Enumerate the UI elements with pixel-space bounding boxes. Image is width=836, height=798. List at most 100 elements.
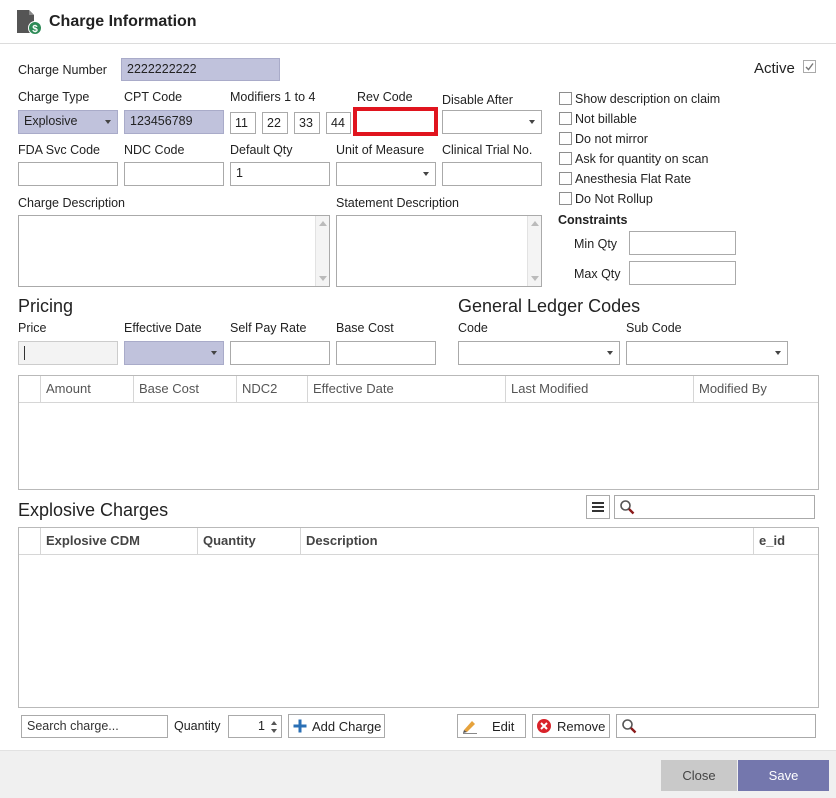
modifiers-label: Modifiers 1 to 4 bbox=[230, 90, 316, 104]
rev-code-field[interactable] bbox=[353, 107, 438, 136]
chevron-down-icon bbox=[105, 120, 111, 124]
price-history-grid[interactable]: Amount Base Cost NDC2 Effective Date Las… bbox=[18, 375, 819, 490]
svg-text:$: $ bbox=[32, 24, 38, 35]
price-field[interactable] bbox=[18, 341, 118, 365]
checkmark-icon bbox=[805, 63, 814, 71]
search-charge-input[interactable]: Search charge... bbox=[21, 715, 168, 738]
column-header-last-modified[interactable]: Last Modified bbox=[506, 376, 694, 402]
modifier-3-field[interactable]: 33 bbox=[294, 112, 320, 134]
not-billable-checkbox[interactable] bbox=[559, 112, 572, 125]
column-header-modified-by[interactable]: Modified By bbox=[694, 376, 818, 402]
save-label: Save bbox=[768, 768, 799, 783]
default-qty-field[interactable]: 1 bbox=[230, 162, 330, 186]
unit-of-measure-select[interactable] bbox=[336, 162, 436, 186]
chevron-down-icon bbox=[211, 351, 217, 355]
fda-svc-code-field[interactable] bbox=[18, 162, 118, 186]
base-cost-field[interactable] bbox=[336, 341, 436, 365]
active-checkbox[interactable] bbox=[803, 60, 816, 73]
close-button[interactable]: Close bbox=[661, 760, 737, 791]
gl-sub-code-label: Sub Code bbox=[626, 321, 682, 335]
remove-icon bbox=[537, 719, 551, 733]
min-qty-label: Min Qty bbox=[574, 237, 618, 251]
do-not-mirror-checkbox[interactable] bbox=[559, 132, 572, 145]
min-qty-field[interactable] bbox=[629, 231, 736, 255]
ask-quantity-label: Ask for quantity on scan bbox=[575, 152, 709, 166]
show-description-checkbox[interactable] bbox=[559, 92, 572, 105]
column-header-base-cost[interactable]: Base Cost bbox=[134, 376, 237, 402]
document-dollar-icon: $ bbox=[17, 10, 42, 35]
quantity-label: Quantity bbox=[174, 719, 221, 733]
column-header-explosive-cdm[interactable]: Explosive CDM bbox=[41, 528, 198, 554]
default-qty-label: Default Qty bbox=[230, 143, 293, 157]
pricing-heading: Pricing bbox=[18, 296, 74, 316]
title-bar: $ Charge Information bbox=[0, 0, 836, 44]
gl-sub-code-select[interactable] bbox=[626, 341, 788, 365]
grid-header: Amount Base Cost NDC2 Effective Date Las… bbox=[19, 376, 818, 403]
modifier-1-field[interactable]: 11 bbox=[230, 112, 256, 134]
price-label: Price bbox=[18, 321, 47, 335]
disable-after-select[interactable] bbox=[442, 110, 542, 134]
grid-header: Explosive CDM Quantity Description e_id bbox=[19, 528, 818, 555]
column-header-description[interactable]: Description bbox=[301, 528, 754, 554]
statement-description-value bbox=[337, 216, 541, 222]
charge-description-field[interactable] bbox=[18, 215, 330, 287]
column-header-amount[interactable]: Amount bbox=[41, 376, 134, 402]
save-button[interactable]: Save bbox=[738, 760, 829, 791]
charge-description-label: Charge Description bbox=[18, 196, 125, 210]
quantity-stepper[interactable]: 1 bbox=[228, 715, 282, 738]
modifier-4-field[interactable]: 44 bbox=[326, 112, 351, 134]
anesthesia-flat-rate-checkbox[interactable] bbox=[559, 172, 572, 185]
plus-icon bbox=[293, 719, 307, 733]
do-not-rollup-checkbox[interactable] bbox=[559, 192, 572, 205]
ask-quantity-checkbox[interactable] bbox=[559, 152, 572, 165]
max-qty-field[interactable] bbox=[629, 261, 736, 285]
effective-date-select[interactable] bbox=[124, 341, 224, 365]
scroll-up-icon[interactable] bbox=[319, 221, 327, 226]
cpt-code-label: CPT Code bbox=[124, 90, 183, 104]
explosive-charges-grid[interactable]: Explosive CDM Quantity Description e_id bbox=[18, 527, 819, 708]
unit-of-measure-label: Unit of Measure bbox=[336, 143, 425, 157]
scroll-up-icon[interactable] bbox=[531, 221, 539, 226]
charge-type-select[interactable]: Explosive bbox=[18, 110, 118, 134]
statement-description-field[interactable] bbox=[336, 215, 542, 287]
charge-number-field[interactable]: 2222222222 bbox=[121, 58, 280, 81]
self-pay-rate-label: Self Pay Rate bbox=[230, 321, 307, 335]
chevron-down-icon bbox=[775, 351, 781, 355]
gl-code-select[interactable] bbox=[458, 341, 620, 365]
charge-search-input[interactable] bbox=[616, 714, 816, 738]
remove-button[interactable]: Remove bbox=[532, 714, 610, 738]
dialog-footer: Close Save bbox=[0, 750, 836, 798]
rev-code-label: Rev Code bbox=[357, 90, 413, 104]
column-header-effective-date[interactable]: Effective Date bbox=[308, 376, 506, 402]
grid-menu-button[interactable] bbox=[586, 495, 610, 519]
edit-button[interactable]: Edit bbox=[457, 714, 526, 738]
scrollbar[interactable] bbox=[315, 216, 329, 286]
clinical-trial-field[interactable] bbox=[442, 162, 542, 186]
ndc-code-label: NDC Code bbox=[124, 143, 185, 157]
self-pay-rate-field[interactable] bbox=[230, 341, 330, 365]
charge-type-label: Charge Type bbox=[18, 90, 90, 104]
ndc-code-field[interactable] bbox=[124, 162, 224, 186]
hamburger-menu-icon bbox=[592, 502, 604, 512]
pencil-icon bbox=[463, 721, 477, 734]
scrollbar[interactable] bbox=[527, 216, 541, 286]
constraints-heading: Constraints bbox=[558, 213, 628, 227]
chevron-down-icon bbox=[423, 172, 429, 176]
column-header-e-id[interactable]: e_id bbox=[754, 528, 818, 554]
add-charge-button[interactable]: Add Charge bbox=[288, 714, 385, 738]
explosive-search-input[interactable] bbox=[614, 495, 815, 519]
scroll-down-icon[interactable] bbox=[319, 276, 327, 281]
remove-label: Remove bbox=[557, 718, 606, 734]
cpt-code-field[interactable]: 123456789 bbox=[124, 110, 224, 134]
column-header-quantity[interactable]: Quantity bbox=[198, 528, 301, 554]
active-label: Active bbox=[754, 60, 795, 77]
effective-date-label: Effective Date bbox=[124, 321, 202, 335]
column-header-ndc2[interactable]: NDC2 bbox=[237, 376, 308, 402]
modifier-2-field[interactable]: 22 bbox=[262, 112, 288, 134]
row-selector-header bbox=[19, 528, 41, 554]
stepper-arrows-icon[interactable] bbox=[270, 719, 278, 735]
scroll-down-icon[interactable] bbox=[531, 276, 539, 281]
close-label: Close bbox=[682, 768, 716, 783]
charge-number-label: Charge Number bbox=[18, 63, 107, 77]
fda-svc-code-label: FDA Svc Code bbox=[18, 143, 100, 157]
